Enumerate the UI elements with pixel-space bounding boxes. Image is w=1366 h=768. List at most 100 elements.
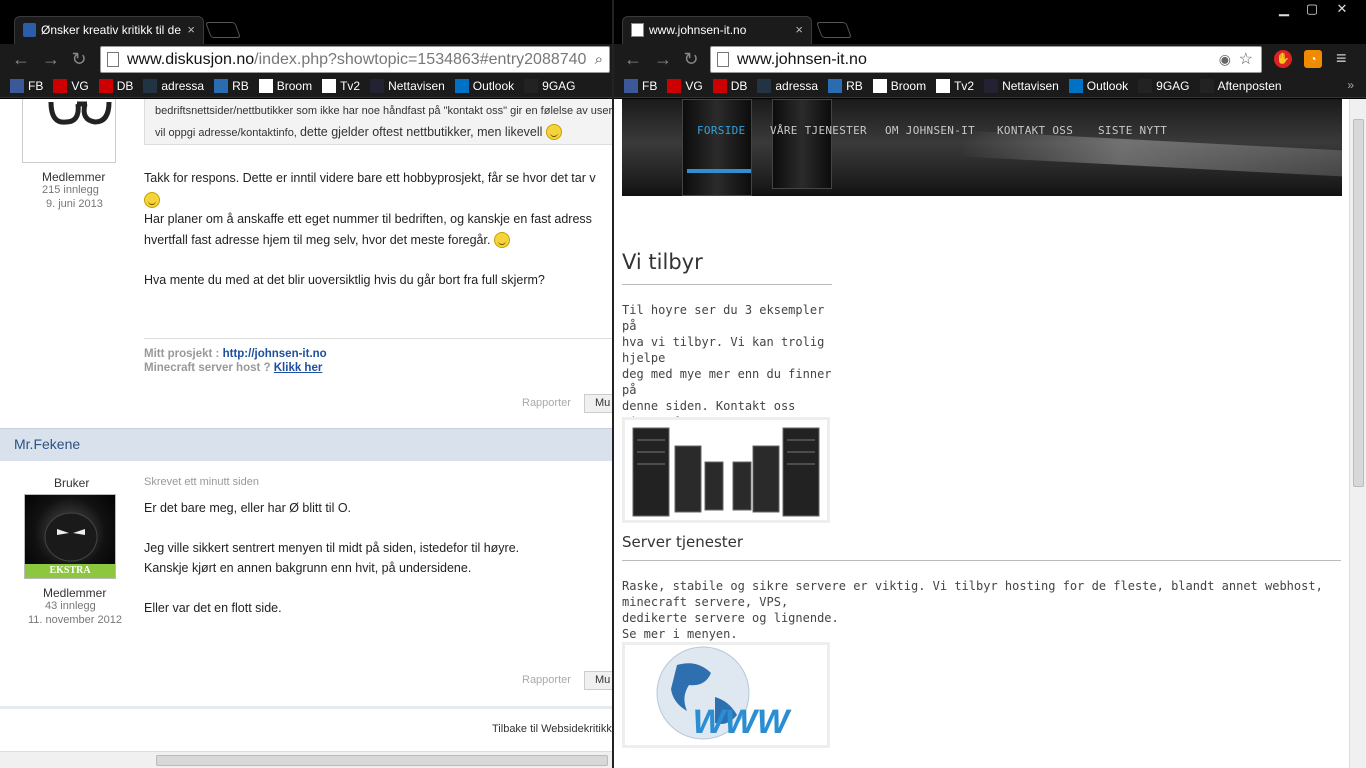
- avatar[interactable]: EKSTRA: [24, 494, 116, 579]
- bookmark-broom[interactable]: Broom: [872, 74, 926, 97]
- badge-extra: EKSTRA: [25, 564, 115, 578]
- bookmark-broom-icon: [872, 79, 887, 93]
- new-tab-button[interactable]: [816, 22, 852, 38]
- bookmark-outlook-icon: [1068, 79, 1083, 93]
- bookmark-db[interactable]: DB: [712, 74, 747, 97]
- back-to-forum-link[interactable]: Tilbake til Websidekritikk: [492, 723, 612, 735]
- post-text-line: Er det bare meg, eller har Ø blitt til O…: [144, 501, 352, 515]
- signature-link[interactable]: Klikk her: [274, 362, 323, 374]
- url-domain: www.diskusjon.no: [127, 51, 255, 68]
- hero-banner: FORSIDE VÅRE TJENESTER OM JOHNSEN-IT KONTAK…: [622, 99, 1342, 196]
- bookmark-rb[interactable]: RB: [828, 74, 863, 97]
- server-text: Raske, stabile og sikre servere er vikti…: [622, 578, 1342, 642]
- post-text-line: Eller var det en flott side.: [144, 601, 282, 615]
- bookmark-rb[interactable]: RB: [214, 74, 249, 97]
- member-role: Medlemmer: [42, 170, 106, 184]
- post-text-line: Hva mente du med at det blir uoversiktli…: [144, 273, 545, 287]
- bookmark-fb[interactable]: FB: [624, 74, 657, 97]
- bookmark-broom[interactable]: Broom: [258, 74, 312, 97]
- avatar-glasses: [22, 99, 116, 163]
- rss-icon[interactable]: ◔: [1304, 50, 1322, 68]
- page-heading: Vi tilbyr: [622, 250, 703, 274]
- new-tab-button[interactable]: [205, 22, 241, 38]
- toolbar: ← → ↻ www.diskusjon.no/index.php?showtop…: [0, 44, 614, 74]
- tab-strip: www.johnsen-it.no ×: [614, 0, 1366, 44]
- back-arrow-icon[interactable]: ←: [622, 48, 644, 70]
- quote-line-1: bedriftsnettsider/nettbutikker som ikke …: [155, 105, 614, 117]
- bookmark-adressa[interactable]: adressa: [143, 74, 204, 97]
- bookmark-adressa[interactable]: adressa: [757, 74, 819, 97]
- report-button[interactable]: Rapporter: [522, 397, 571, 409]
- menu-icon[interactable]: ≡: [1336, 48, 1347, 69]
- tab-johnsen-it[interactable]: www.johnsen-it.no ×: [622, 16, 812, 44]
- report-button[interactable]: Rapporter: [522, 674, 571, 686]
- server-rack-image: [682, 99, 752, 196]
- more-button[interactable]: Mu: [584, 394, 614, 413]
- forum-page: bedriftsnettsider/nettbutikker som ikke …: [0, 99, 614, 768]
- smiley-icon: [493, 232, 510, 248]
- page-icon: [717, 52, 729, 67]
- page-icon: [107, 52, 119, 67]
- vertical-scrollbar[interactable]: [1349, 99, 1366, 768]
- bookmark-nettavisen-icon: [370, 79, 385, 93]
- horizontal-scrollbar[interactable]: [0, 751, 614, 768]
- close-tab-icon[interactable]: ×: [187, 17, 195, 43]
- bookmarks-bar: FB VG DB adressa RB Broom Tv2 Nettavisen Outlook…: [0, 74, 614, 98]
- bookmarks-overflow-icon[interactable]: »: [1347, 78, 1354, 92]
- close-tab-icon[interactable]: ×: [795, 17, 803, 43]
- join-date: 11. november 2012: [28, 614, 122, 626]
- bookmark-tv2[interactable]: Tv2: [322, 74, 360, 97]
- tab-forum[interactable]: Ønsker kreativ kritikk til de ×: [14, 16, 204, 44]
- bookmark-label: adressa: [775, 79, 819, 93]
- bookmark-aftenposten[interactable]: Aftenposten: [1199, 74, 1282, 97]
- forward-arrow-icon[interactable]: →: [40, 48, 62, 70]
- glasses-icon: [48, 101, 112, 125]
- johnsen-it-page: FORSIDE VÅRE TJENESTER OM JOHNSEN-IT KONTAK…: [614, 99, 1366, 768]
- bookmark-outlook[interactable]: Outlook: [1068, 74, 1129, 97]
- bookmark-label: 9GAG: [542, 79, 576, 93]
- bookmark-9gag[interactable]: 9GAG: [524, 74, 576, 97]
- search-icon[interactable]: ⌕: [595, 47, 603, 72]
- bookmark-label: Aftenposten: [1217, 79, 1282, 93]
- nav-link-2[interactable]: OM JOHNSEN-IT: [885, 124, 975, 137]
- bookmark-outlook[interactable]: Outlook: [454, 74, 515, 97]
- bookmark-nettavisen-icon: [984, 79, 999, 93]
- bookmark-9gag-icon: [1138, 79, 1153, 93]
- post-timestamp: Skrevet ett minutt siden: [144, 476, 259, 488]
- bookmark-adressa-icon: [143, 79, 158, 93]
- bookmark-nettavisen[interactable]: Nettavisen: [984, 74, 1059, 97]
- server-text-line: dedikerte servere og lignende.: [622, 611, 839, 625]
- server-text-line: Raske, stabile og sikre servere er vikti…: [622, 579, 1323, 609]
- bookmark-label: Outlook: [472, 79, 515, 93]
- bookmark-fb[interactable]: FB: [10, 74, 43, 97]
- intro-text-line: hva vi tilbyr. Vi kan trolig hjelpe: [622, 335, 825, 365]
- signature-divider: [144, 338, 614, 339]
- bookmark-tv2-icon: [936, 79, 951, 93]
- post-text-line: Takk for respons. Dette er inntil videre…: [144, 171, 596, 185]
- signature-link[interactable]: http://johnsen-it.no: [223, 348, 327, 360]
- reload-icon[interactable]: ↻: [680, 48, 702, 70]
- more-button[interactable]: Mu: [584, 671, 614, 690]
- bookmark-vg[interactable]: VG: [53, 74, 89, 97]
- post-count: 215 innlegg: [42, 184, 99, 196]
- bookmark-label: Outlook: [1086, 79, 1129, 93]
- adblock-icon[interactable]: ✋: [1274, 50, 1292, 68]
- forward-arrow-icon[interactable]: →: [652, 48, 674, 70]
- bookmark-vg[interactable]: VG: [667, 74, 703, 97]
- nav-link-3[interactable]: KONTAKT OSS: [997, 124, 1073, 137]
- reload-icon[interactable]: ↻: [68, 48, 90, 70]
- back-arrow-icon[interactable]: ←: [10, 48, 32, 70]
- nav-link-4[interactable]: SISTE NYTT: [1098, 124, 1167, 137]
- address-bar[interactable]: www.diskusjon.no/index.php?showtopic=153…: [100, 46, 610, 73]
- username[interactable]: Mr.Fekene: [14, 436, 80, 452]
- bookmarks-bar: FB VG DB adressa RB Broom Tv2 Nettavisen Outlook…: [614, 74, 1366, 98]
- bookmark-db[interactable]: DB: [98, 74, 133, 97]
- lightbulb-icon[interactable]: ◉: [1219, 47, 1231, 72]
- address-bar[interactable]: www.johnsen-it.no ◉ ☆: [710, 46, 1262, 73]
- nav-link-1[interactable]: VÅRE TJENESTER: [770, 124, 867, 137]
- nav-link-0[interactable]: FORSIDE: [697, 124, 745, 137]
- bookmark-star-icon[interactable]: ☆: [1239, 47, 1253, 72]
- bookmark-9gag[interactable]: 9GAG: [1138, 74, 1190, 97]
- bookmark-tv2[interactable]: Tv2: [936, 74, 974, 97]
- bookmark-nettavisen[interactable]: Nettavisen: [370, 74, 445, 97]
